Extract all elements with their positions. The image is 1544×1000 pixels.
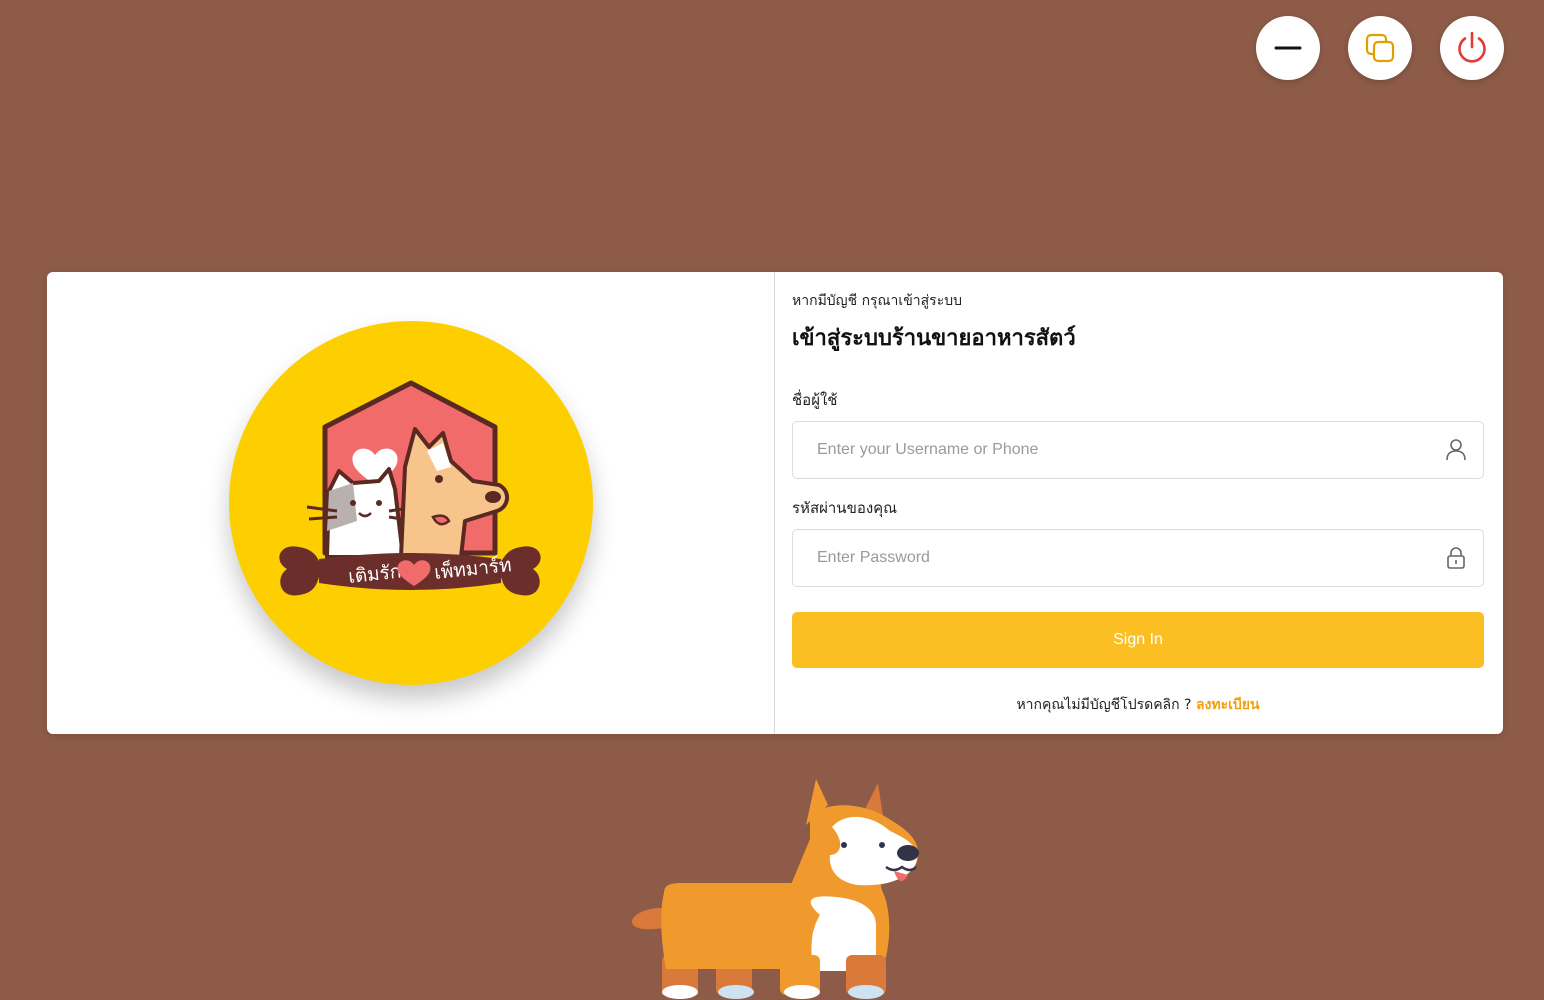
login-screen: เติมรัก เพ็ทมาร์ท หากมีบัญชี กรุณาเข้าสู… bbox=[0, 0, 1544, 1000]
power-icon bbox=[1458, 31, 1486, 63]
username-label: ชื่อผู้ใช้ bbox=[792, 391, 838, 409]
brand-panel: เติมรัก เพ็ทมาร์ท bbox=[47, 272, 775, 734]
minus-icon bbox=[1274, 46, 1302, 50]
login-title: เข้าสู่ระบบร้านขายอาหารสัตว์ bbox=[792, 326, 1076, 351]
minimize-button[interactable] bbox=[1256, 16, 1320, 80]
register-prompt-text: หากคุณไม่มีบัญชีโปรดคลิก ? bbox=[1016, 697, 1192, 713]
lock-icon bbox=[1447, 547, 1465, 569]
corgi-illustration-icon bbox=[631, 779, 919, 999]
sign-in-button[interactable]: Sign In bbox=[792, 612, 1484, 668]
username-input[interactable] bbox=[815, 422, 1439, 478]
password-label: รหัสผ่านของคุณ bbox=[792, 499, 898, 517]
register-prompt: หากคุณไม่มีบัญชีโปรดคลิก ? ลงทะเบียน bbox=[792, 694, 1484, 716]
login-subtitle: หากมีบัญชี กรุณาเข้าสู่ระบบ bbox=[792, 293, 962, 309]
user-icon bbox=[1446, 439, 1466, 461]
brand-logo: เติมรัก เพ็ทมาร์ท bbox=[229, 321, 593, 685]
power-button[interactable] bbox=[1440, 16, 1504, 80]
login-card: เติมรัก เพ็ทมาร์ท หากมีบัญชี กรุณาเข้าสู… bbox=[47, 272, 1503, 734]
username-field-wrapper bbox=[792, 421, 1484, 479]
password-field-wrapper bbox=[792, 529, 1484, 587]
register-link[interactable]: ลงทะเบียน bbox=[1196, 697, 1260, 713]
pet-house-logo-icon: เติมรัก เพ็ทมาร์ท bbox=[279, 380, 541, 596]
login-form-panel: หากมีบัญชี กรุณาเข้าสู่ระบบ เข้าสู่ระบบร… bbox=[775, 272, 1503, 734]
password-input[interactable] bbox=[815, 530, 1439, 586]
restore-windows-icon bbox=[1365, 33, 1395, 63]
restore-button[interactable] bbox=[1348, 16, 1412, 80]
